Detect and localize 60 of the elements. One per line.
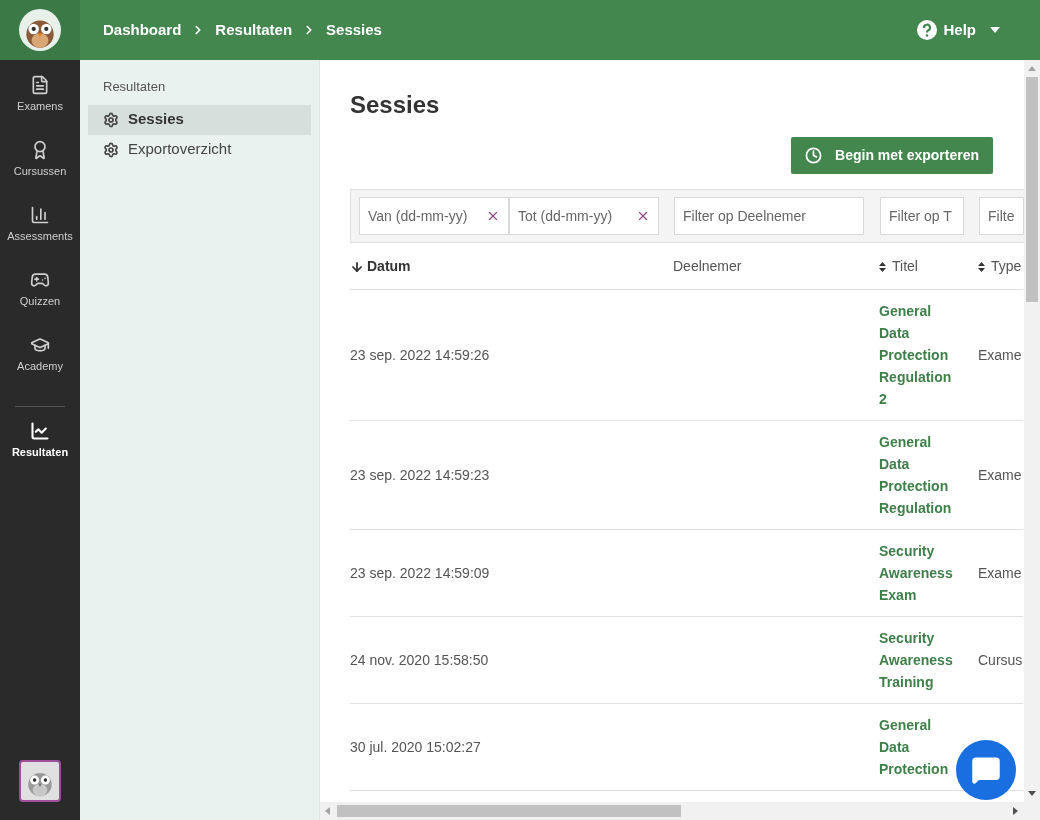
gear-icon: [103, 141, 119, 158]
scroll-thumb[interactable]: [1026, 77, 1038, 302]
table-cell-text: Cursus: [978, 650, 1023, 670]
nav-rail-item[interactable]: Academy: [0, 335, 80, 400]
caret-icon: [990, 27, 1000, 33]
owl-logo-icon: [19, 9, 61, 51]
table-cell-text: 23 sep. 2022 14:59:23: [350, 465, 490, 485]
filter-field[interactable]: Filter op T: [880, 197, 964, 235]
export-button[interactable]: Begin met exporteren: [791, 137, 993, 174]
vertical-scrollbar[interactable]: [1024, 60, 1040, 802]
bar-chart-icon: [30, 205, 50, 225]
chat-icon: [971, 755, 1001, 785]
table-cell-text: 23 sep. 2022 14:59:09: [350, 563, 490, 583]
filter-field[interactable]: Filter op Deelnemer: [674, 197, 864, 235]
title-link[interactable]: Security Awareness Training: [879, 627, 959, 693]
title-link[interactable]: General Data Protection: [879, 714, 959, 780]
chat-button[interactable]: [956, 740, 1016, 800]
column-header[interactable]: Deelnemer: [673, 244, 879, 290]
table-cell-text: 24 nov. 2020 15:58:50: [350, 650, 489, 670]
nav-rail-item[interactable]: Cursussen: [0, 140, 80, 205]
table-cell-text: Exame: [978, 465, 1022, 485]
breadcrumb-link[interactable]: Sessies: [326, 18, 382, 42]
title-link[interactable]: Security Awareness Exam: [879, 540, 959, 606]
table-cell-text: 30 jul. 2020 15:02:27: [350, 737, 481, 757]
filter-field[interactable]: Filte: [979, 197, 1024, 235]
horizontal-scrollbar[interactable]: [320, 802, 1040, 820]
help-icon: [917, 20, 938, 40]
nav-rail-item[interactable]: Quizzen: [0, 270, 80, 335]
document-icon: [30, 75, 50, 95]
gear-icon: [103, 111, 119, 128]
nav-rail-item[interactable]: Assessments: [0, 205, 80, 270]
table-cell-text: Exame: [978, 563, 1022, 583]
user-avatar[interactable]: [19, 760, 61, 802]
clock-icon: [805, 147, 823, 164]
clear-icon[interactable]: [636, 209, 650, 223]
table-cell-text: 23 sep. 2022 14:59:26: [350, 345, 490, 365]
graduation-cap-icon: [30, 335, 50, 355]
clear-icon[interactable]: [486, 209, 500, 223]
sidebar-heading: Resultaten: [102, 78, 167, 96]
title-link[interactable]: General Data Protection Regulation 2: [879, 300, 959, 410]
scroll-right-icon[interactable]: [1013, 807, 1018, 815]
scroll-down-icon[interactable]: [1028, 791, 1036, 796]
column-header[interactable]: Type: [978, 244, 1023, 290]
title-link[interactable]: General Data Protection Regulation: [879, 431, 959, 519]
column-header[interactable]: Titel: [879, 244, 978, 290]
nav-rail-item[interactable]: Examens: [0, 75, 80, 140]
filter-field[interactable]: Tot (dd-mm-yy): [509, 197, 659, 235]
breadcrumb-link[interactable]: Resultaten: [215, 18, 293, 42]
gamepad-icon: [30, 270, 50, 290]
nav-rail-item[interactable]: Resultaten: [0, 421, 80, 486]
column-header[interactable]: Datum: [350, 244, 673, 290]
table-cell-text: Exame: [978, 345, 1022, 365]
breadcrumb-link[interactable]: Dashboard: [103, 18, 182, 42]
scroll-thumb[interactable]: [337, 805, 681, 817]
filter-field[interactable]: Van (dd-mm-yy): [359, 197, 509, 235]
line-chart-icon: [30, 421, 50, 441]
help-button[interactable]: Help: [917, 18, 1000, 42]
sidebar-item[interactable]: Sessies: [88, 104, 311, 135]
sidebar-item[interactable]: Exportoverzicht: [88, 134, 311, 165]
page-title: Sessies: [350, 90, 441, 120]
